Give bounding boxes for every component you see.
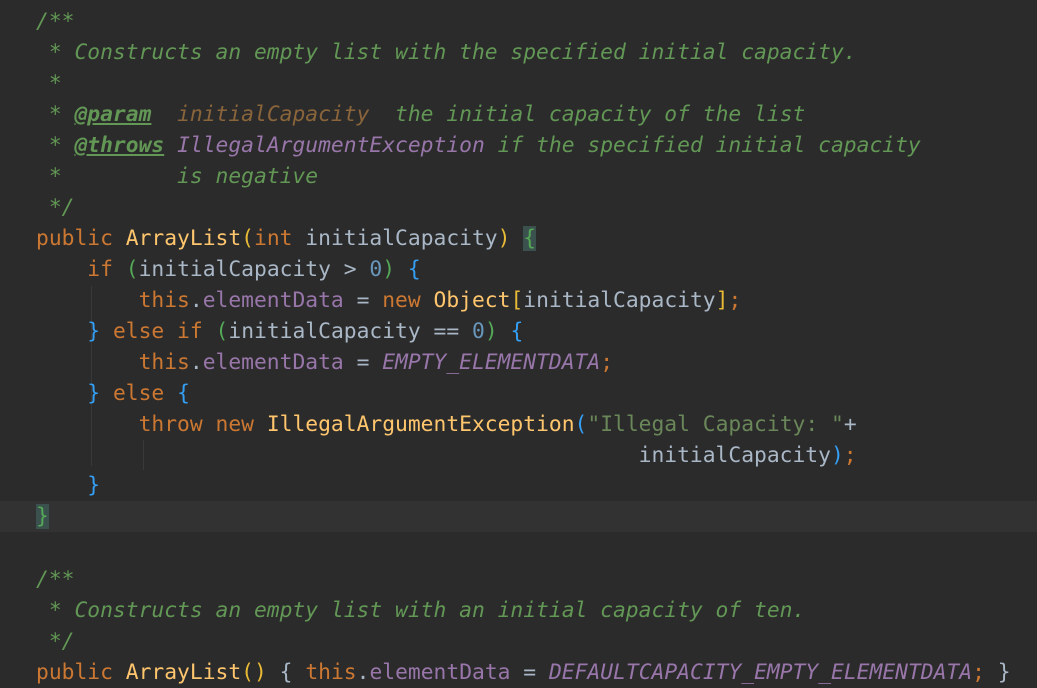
- string-literal: "Illegal Capacity: ": [587, 412, 844, 437]
- if-keyword: if: [87, 257, 113, 282]
- doc-close: */: [36, 195, 75, 220]
- code-line-1: /**: [36, 6, 1037, 37]
- throws-tag[interactable]: @throws: [74, 133, 164, 158]
- doc-prefix: *: [36, 102, 75, 127]
- code-line-6: * is negative: [36, 161, 1037, 192]
- param-type: int: [254, 226, 293, 251]
- doc-cont: * is negative: [36, 164, 319, 189]
- code-line-13: } else {: [87, 381, 190, 406]
- code-line-12: this.elementData = EMPTY_ELEMENTDATA;: [138, 350, 614, 375]
- code-line-11: } else if (initialCapacity == 0) {: [87, 319, 524, 344]
- class-name[interactable]: IllegalArgumentException: [267, 412, 575, 437]
- doc-summary: * Constructs an empty list with the spec…: [36, 40, 857, 65]
- identifier[interactable]: initialCapacity: [139, 257, 331, 282]
- code-editor[interactable]: /** * Constructs an empty list with the …: [0, 0, 1037, 688]
- doc-prefix: *: [36, 133, 75, 158]
- modifier-keyword: public: [36, 226, 113, 251]
- new-keyword: new: [215, 412, 254, 437]
- this-keyword: this: [305, 660, 357, 685]
- this-keyword: this: [138, 350, 190, 375]
- code-line-7: */: [36, 192, 1037, 223]
- else-keyword: else: [112, 381, 165, 406]
- code-line-21: */: [36, 626, 1037, 657]
- code-line-3: *: [36, 68, 1037, 99]
- new-keyword: new: [382, 288, 421, 313]
- code-line-15: initialCapacity);: [638, 443, 857, 468]
- param-tag[interactable]: @param: [74, 102, 151, 127]
- static-constant[interactable]: DEFAULTCAPACITY_EMPTY_ELEMENTDATA: [549, 660, 972, 685]
- code-line-5: * @throws IllegalArgumentException if th…: [36, 130, 1037, 161]
- code-line-8: public ArrayList(int initialCapacity) {: [36, 226, 537, 251]
- static-constant[interactable]: EMPTY_ELEMENTDATA: [382, 350, 600, 375]
- code-line-4: * @param initialCapacity the initial cap…: [36, 99, 1037, 130]
- constructor-name[interactable]: ArrayList: [126, 660, 241, 685]
- code-line-9: if (initialCapacity > 0) {: [87, 257, 421, 282]
- code-line-17: }: [0, 501, 1037, 532]
- code-line-16: }: [87, 473, 101, 498]
- number-literal: 0: [369, 257, 383, 282]
- field-name[interactable]: elementData: [369, 660, 510, 685]
- doc-blank: *: [36, 71, 62, 96]
- throw-keyword: throw: [138, 412, 203, 437]
- else-if-keyword: else if: [112, 319, 203, 344]
- field-name[interactable]: elementData: [203, 350, 344, 375]
- param-name[interactable]: initialCapacity: [177, 102, 369, 127]
- constructor-name[interactable]: ArrayList: [126, 226, 241, 251]
- doc-summary: * Constructs an empty list with an initi…: [36, 598, 806, 623]
- param-identifier[interactable]: initialCapacity: [305, 226, 497, 251]
- code-line-2: * Constructs an empty list with the spec…: [36, 37, 1037, 68]
- throws-type[interactable]: IllegalArgumentException: [177, 133, 485, 158]
- throws-desc: if the specified initial capacity: [484, 133, 921, 158]
- field-name[interactable]: elementData: [203, 288, 344, 313]
- code-line-22: public ArrayList() { this.elementData = …: [36, 660, 1011, 685]
- doc-close: */: [36, 629, 75, 654]
- code-line-20: * Constructs an empty list with an initi…: [36, 595, 1037, 626]
- code-line-19: /**: [36, 564, 1037, 595]
- number-literal: 0: [472, 319, 485, 344]
- doc-open: /**: [36, 9, 75, 34]
- code-line-10: this.elementData = new Object[initialCap…: [138, 288, 742, 313]
- code-line-14: throw new IllegalArgumentException("Ille…: [138, 412, 857, 437]
- identifier[interactable]: initialCapacity: [639, 443, 831, 468]
- param-desc: the initial capacity of the list: [369, 102, 806, 127]
- doc-open: /**: [36, 567, 75, 592]
- this-keyword: this: [138, 288, 190, 313]
- class-name[interactable]: Object: [434, 288, 511, 313]
- identifier[interactable]: initialCapacity: [228, 319, 420, 344]
- modifier-keyword: public: [36, 660, 113, 685]
- identifier[interactable]: initialCapacity: [523, 288, 715, 313]
